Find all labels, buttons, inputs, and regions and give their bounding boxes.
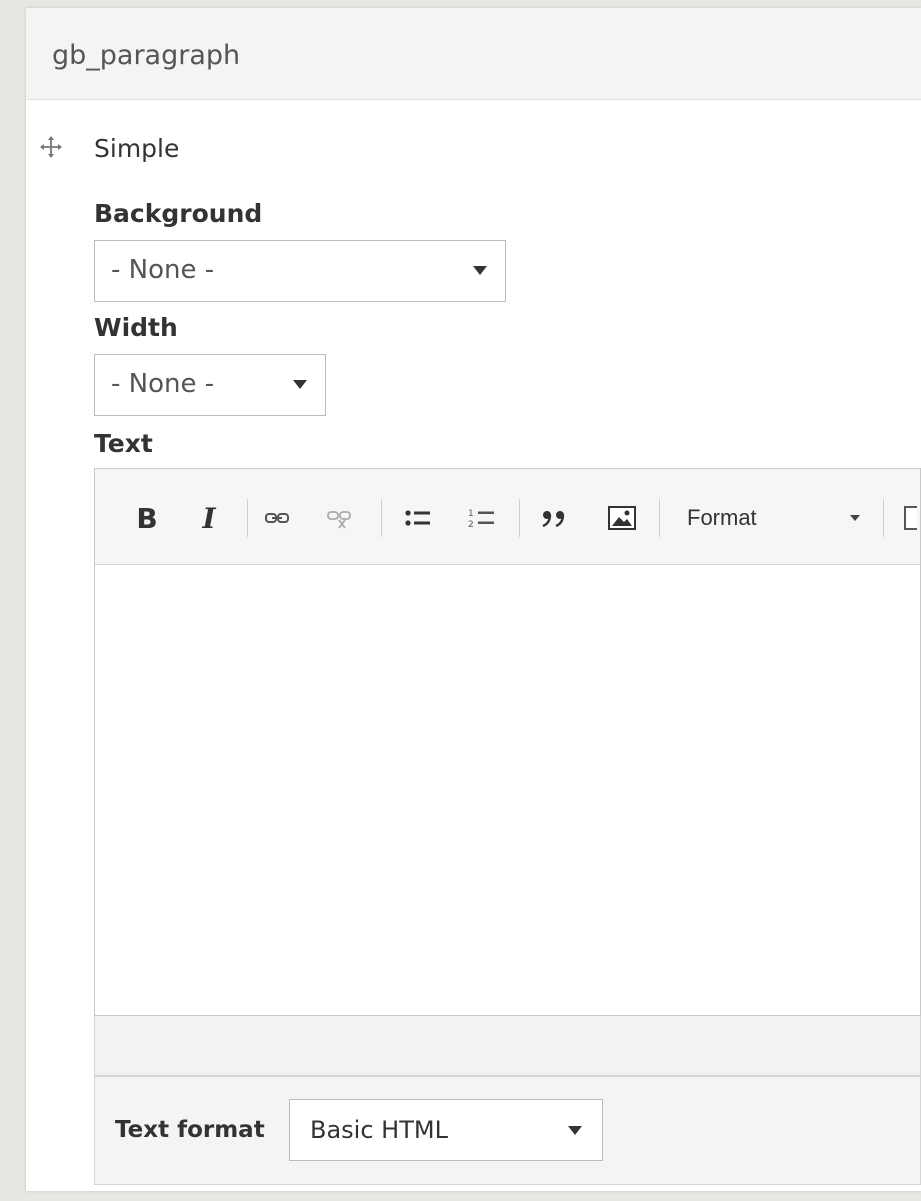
text-format-select[interactable]: Basic HTML xyxy=(289,1099,603,1161)
width-label: Width xyxy=(94,313,178,342)
toolbar-separator xyxy=(883,499,884,537)
editor-footer xyxy=(94,1016,921,1076)
numbered-list-icon[interactable]: 1 2 xyxy=(467,503,497,533)
svg-text:1: 1 xyxy=(468,509,474,519)
editor-content-area[interactable] xyxy=(95,565,920,1017)
text-format-label: Text format xyxy=(115,1117,265,1143)
text-label: Text xyxy=(94,429,153,458)
bold-button[interactable]: B xyxy=(133,502,161,535)
chevron-down-icon xyxy=(568,1126,582,1135)
toolbar-separator xyxy=(247,499,248,537)
format-dropdown[interactable]: Format xyxy=(687,503,777,533)
toolbar-separator xyxy=(519,499,520,537)
text-format-select-value: Basic HTML xyxy=(310,1116,448,1144)
image-icon[interactable] xyxy=(607,503,637,533)
panel-header: gb_paragraph xyxy=(26,8,921,100)
blockquote-icon[interactable] xyxy=(539,503,569,533)
panel-title: gb_paragraph xyxy=(52,40,241,71)
chevron-down-icon xyxy=(850,515,860,521)
source-icon[interactable] xyxy=(903,503,917,533)
text-format-bar: Text format Basic HTML xyxy=(94,1076,921,1185)
background-select-value: - None - xyxy=(111,255,215,285)
width-select-value: - None - xyxy=(111,369,215,399)
paragraph-item-name: Simple xyxy=(94,134,180,163)
unlink-icon[interactable] xyxy=(325,503,353,533)
bulleted-list-icon[interactable] xyxy=(403,503,433,533)
drag-handle-icon[interactable] xyxy=(40,136,62,158)
editor-toolbar: B I 1 2 Format xyxy=(95,469,920,565)
toolbar-separator xyxy=(381,499,382,537)
svg-text:2: 2 xyxy=(468,520,474,530)
width-select[interactable]: - None - xyxy=(94,354,326,416)
paragraph-panel: gb_paragraph Simple Background - None - … xyxy=(26,8,921,1191)
background-label: Background xyxy=(94,199,263,228)
italic-button[interactable]: I xyxy=(195,502,223,535)
chevron-down-icon xyxy=(473,266,487,275)
background-select[interactable]: - None - xyxy=(94,240,506,302)
chevron-down-icon xyxy=(293,380,307,389)
text-editor: B I 1 2 Format xyxy=(94,468,921,1016)
toolbar-separator xyxy=(659,499,660,537)
link-icon[interactable] xyxy=(263,503,291,533)
